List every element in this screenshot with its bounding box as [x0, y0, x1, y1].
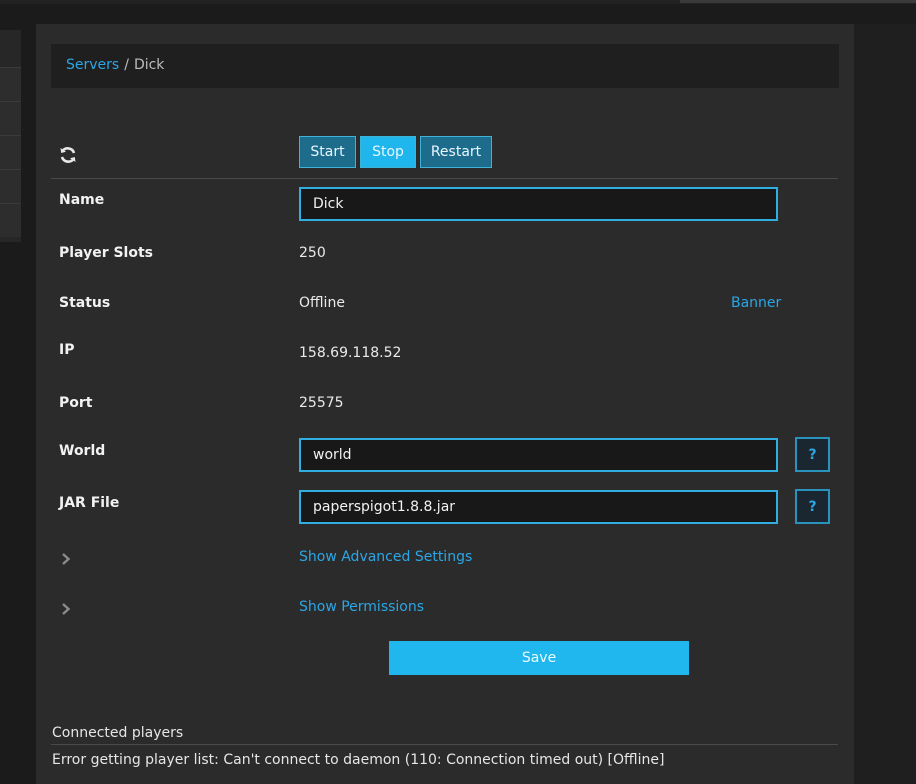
port-value: 25575: [299, 395, 344, 411]
left-sidebar: [0, 30, 21, 242]
player-list-error: Error getting player list: Can't connect…: [52, 752, 665, 768]
start-button[interactable]: Start: [299, 136, 356, 168]
breadcrumb-servers-link[interactable]: Servers: [66, 57, 119, 73]
stop-button[interactable]: Stop: [360, 136, 416, 168]
jar-file-label: JAR File: [59, 495, 120, 511]
show-permissions-link[interactable]: Show Permissions: [299, 599, 424, 615]
banner-link[interactable]: Banner: [731, 295, 781, 311]
jar-file-help-button[interactable]: ?: [795, 489, 830, 524]
show-advanced-settings-link[interactable]: Show Advanced Settings: [299, 549, 472, 565]
world-field[interactable]: world: [299, 438, 778, 472]
sidebar-item[interactable]: [0, 203, 21, 237]
players-divider: [51, 744, 838, 745]
world-help-button[interactable]: ?: [795, 437, 830, 472]
top-bar-accent: [680, 0, 916, 3]
jar-file-field[interactable]: paperspigot1.8.8.jar: [299, 490, 778, 524]
player-slots-label: Player Slots: [59, 245, 154, 261]
port-label: Port: [59, 395, 93, 411]
right-column: [854, 24, 916, 784]
breadcrumb-current: Dick: [133, 57, 165, 73]
world-label: World: [59, 443, 106, 459]
chevron-right-icon[interactable]: [60, 602, 72, 616]
status-value: Offline: [299, 295, 345, 311]
name-label: Name: [59, 192, 105, 208]
ip-value: 158.69.118.52: [299, 345, 402, 361]
restart-button[interactable]: Restart: [420, 136, 492, 168]
name-field[interactable]: Dick: [299, 187, 778, 221]
breadcrumb: Servers / Dick: [51, 44, 839, 88]
sidebar-item[interactable]: [0, 135, 21, 169]
sidebar-item[interactable]: [0, 67, 21, 101]
save-button[interactable]: Save: [389, 641, 689, 675]
sidebar-item[interactable]: [0, 169, 21, 203]
player-slots-value: 250: [299, 245, 326, 261]
chevron-right-icon[interactable]: [60, 552, 72, 566]
controls-divider: [51, 178, 838, 179]
refresh-icon[interactable]: [59, 146, 77, 164]
ip-label: IP: [59, 342, 75, 358]
connected-players-title: Connected players: [52, 725, 184, 741]
breadcrumb-separator: /: [124, 57, 129, 73]
sidebar-item[interactable]: [0, 101, 21, 135]
status-label: Status: [59, 295, 111, 311]
